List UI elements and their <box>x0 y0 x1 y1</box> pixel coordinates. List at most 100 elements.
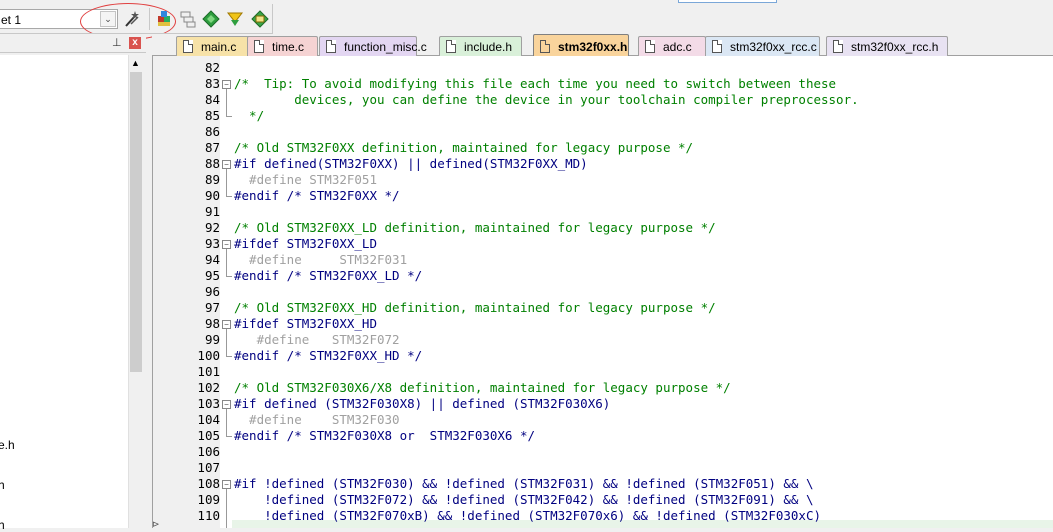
code-line[interactable]: #if !defined (STM32F030) && !defined (ST… <box>232 476 1053 492</box>
find-field-fragment[interactable] <box>678 0 777 3</box>
code-line[interactable] <box>232 60 1053 76</box>
code-line[interactable] <box>232 124 1053 140</box>
fold-toggle-icon[interactable]: − <box>222 480 231 489</box>
code-line-text: /* Old STM32F030X6/X8 definition, mainta… <box>234 380 731 395</box>
line-number: 109 <box>197 492 220 507</box>
code-line[interactable]: #if defined(STM32F0XX) || defined(STM32F… <box>232 156 1053 172</box>
code-line[interactable] <box>232 444 1053 460</box>
code-line-text: #endif /* STM32F030X8 or STM32F030X6 */ <box>234 428 536 443</box>
tab-main-c[interactable]: main.c <box>176 36 256 56</box>
file-icon <box>645 40 655 53</box>
code-line[interactable]: /* Old STM32F0XX_HD definition, maintain… <box>232 300 1053 316</box>
code-line[interactable]: #endif /* STM32F0XX_HD */ <box>232 348 1053 364</box>
pin-icon[interactable]: ⊥ <box>112 36 122 49</box>
line-number: 88 <box>204 156 220 171</box>
scrollbar-thumb[interactable] <box>130 72 142 372</box>
tab-time-c[interactable]: time.c <box>247 36 318 56</box>
code-line-text: #if defined (STM32F030X8) || defined (ST… <box>234 396 611 411</box>
code-line[interactable]: /* Old STM32F0XX_LD definition, maintain… <box>232 220 1053 236</box>
code-editor[interactable]: 82 83 84 85 86 87 88 89 90 91 92 93 94 95 96 97 98 99 100 1… <box>152 56 1053 528</box>
pack-installer-icon[interactable] <box>226 10 244 28</box>
tab-stm32f0xx-rcc-c[interactable]: stm32f0xx_rcc.c <box>705 36 820 56</box>
code-line-text: #if !defined (STM32F030) && !defined (ST… <box>234 476 814 491</box>
code-line[interactable]: !defined (STM32F070xB) && !defined (STM3… <box>232 508 1053 524</box>
code-line-text: #endif /* STM32F0XX_HD */ <box>234 348 423 363</box>
tree-file-item[interactable]: e.h <box>0 438 15 452</box>
line-number: 110 <box>197 508 220 523</box>
fold-toggle-icon[interactable]: − <box>222 160 231 169</box>
code-line[interactable]: #define STM32F031 <box>232 252 1053 268</box>
tree-file-item[interactable]: h <box>0 518 5 532</box>
code-line[interactable] <box>232 364 1053 380</box>
file-icon <box>446 40 456 53</box>
manage-run-time-environment-icon[interactable] <box>251 10 269 28</box>
code-line[interactable]: */ <box>232 108 1053 124</box>
tab-label: main.c <box>201 40 237 54</box>
tree-file-item[interactable]: h <box>0 478 5 492</box>
toolbar: et 1 ⌄ <box>0 0 1053 40</box>
code-line[interactable] <box>232 460 1053 476</box>
tab-function-misc-c[interactable]: function_misc.c <box>319 36 427 56</box>
line-number: 85 <box>204 108 220 123</box>
fold-margin: − − − − − − <box>220 56 232 528</box>
line-number: 82 <box>204 60 220 75</box>
code-area[interactable]: /* Tip: To avoid modifying this file eac… <box>232 56 1053 528</box>
target-options-icon[interactable] <box>123 10 141 28</box>
scroll-up-arrow-icon[interactable]: ▲ <box>131 58 140 68</box>
select-packs-icon[interactable] <box>202 10 220 28</box>
code-line[interactable]: #endif /* STM32F030X8 or STM32F030X6 */ <box>232 428 1053 444</box>
code-line[interactable]: #endif /* STM32F0XX */ <box>232 188 1053 204</box>
code-line[interactable]: #endif /* STM32F0XX_LD */ <box>232 268 1053 284</box>
toolbar-border <box>272 4 273 34</box>
code-line[interactable]: !defined (STM32F072) && !defined (STM32F… <box>232 492 1053 508</box>
line-number: 92 <box>204 220 220 235</box>
code-line[interactable]: #define STM32F051 <box>232 172 1053 188</box>
tab-include-h[interactable]: include.h <box>439 36 522 56</box>
line-number: 107 <box>197 460 220 475</box>
batch-build-icon[interactable] <box>179 10 197 28</box>
code-line-text: #endif /* STM32F0XX */ <box>234 188 400 203</box>
line-number: 83 <box>204 76 220 91</box>
code-line[interactable] <box>232 284 1053 300</box>
code-line-text: #define STM32F030 <box>234 412 400 427</box>
line-number: 101 <box>197 364 220 379</box>
line-number: 96 <box>204 284 220 299</box>
code-line[interactable]: /* Old STM32F030X6/X8 definition, mainta… <box>232 380 1053 396</box>
code-line[interactable]: /* Old STM32F0XX definition, maintained … <box>232 140 1053 156</box>
code-line[interactable] <box>232 204 1053 220</box>
tab-stm32f0xx-h[interactable]: stm32f0xx.h <box>533 34 629 57</box>
line-number-gutter: 82 83 84 85 86 87 88 89 90 91 92 93 94 95 96 97 98 99 100 1… <box>153 56 220 528</box>
code-line[interactable]: devices, you can define the device in yo… <box>232 92 1053 108</box>
line-number: 108 <box>197 476 220 491</box>
fold-toggle-icon[interactable]: − <box>222 80 231 89</box>
tab-label: adc.c <box>663 40 692 54</box>
fold-guide <box>226 89 227 116</box>
code-line-text: /* Old STM32F0XX_LD definition, maintain… <box>234 220 716 235</box>
code-line[interactable]: #define STM32F072 <box>232 332 1053 348</box>
code-line-text: #define STM32F072 <box>234 332 400 347</box>
fold-toggle-icon[interactable]: − <box>222 320 231 329</box>
code-line-text: !defined (STM32F072) && !defined (STM32F… <box>234 492 814 507</box>
manage-project-items-icon[interactable] <box>156 10 174 28</box>
code-line[interactable]: /* Tip: To avoid modifying this file eac… <box>232 76 1053 92</box>
code-line[interactable]: #define STM32F030 <box>232 412 1053 428</box>
code-line-text: #endif /* STM32F0XX_LD */ <box>234 268 423 283</box>
fold-toggle-icon[interactable]: − <box>222 240 231 249</box>
file-icon <box>712 40 722 53</box>
code-line-text: #if defined(STM32F0XX) || defined(STM32F… <box>234 156 588 171</box>
code-line[interactable]: #ifdef STM32F0XX_HD <box>232 316 1053 332</box>
fold-guide <box>226 409 227 436</box>
code-line[interactable]: #ifdef STM32F0XX_LD <box>232 236 1053 252</box>
code-line[interactable]: #if defined (STM32F030X8) || defined (ST… <box>232 396 1053 412</box>
fold-toggle-icon[interactable]: − <box>222 400 231 409</box>
line-number: 87 <box>204 140 220 155</box>
file-icon <box>833 40 843 53</box>
line-number: 100 <box>197 348 220 363</box>
code-line-text: /* Old STM32F0XX definition, maintained … <box>234 140 694 155</box>
code-line-text: #define STM32F031 <box>234 252 408 267</box>
tab-stm32f0xx-rcc-h[interactable]: stm32f0xx_rcc.h <box>826 36 948 56</box>
tab-adc-c[interactable]: adc.c <box>638 36 706 56</box>
line-number: 95 <box>204 268 220 283</box>
project-scrollbar[interactable]: ▲ <box>128 55 143 528</box>
close-panel-button[interactable]: x <box>129 37 141 49</box>
